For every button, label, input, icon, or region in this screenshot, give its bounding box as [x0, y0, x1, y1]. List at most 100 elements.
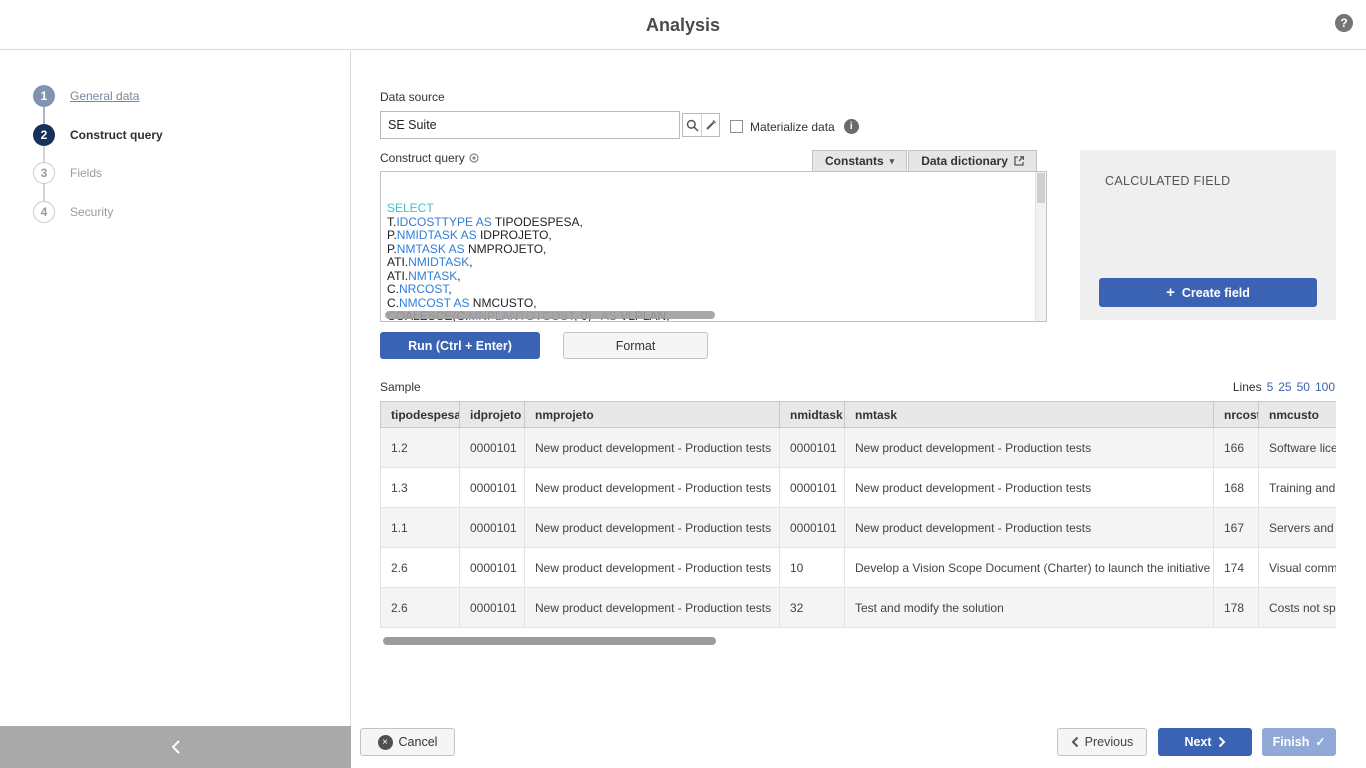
code-line: C.NRCOST,	[387, 283, 1040, 297]
code-line: ATI.NMIDTASK,	[387, 256, 1040, 270]
table-cell: 168	[1214, 468, 1259, 508]
cancel-button[interactable]: × Cancel	[360, 728, 455, 756]
column-header-nmcusto[interactable]: nmcusto	[1259, 402, 1337, 428]
lines-option-25[interactable]: 25	[1278, 380, 1291, 394]
table-cell: Develop a Vision Scope Document (Charter…	[845, 548, 1214, 588]
code-line: ATI.NMTASK,	[387, 270, 1040, 284]
sample-table-wrap: tipodespesaidprojetonmprojetonmidtasknmt…	[380, 401, 1336, 629]
construct-query-label-row: Construct query	[380, 151, 479, 165]
code-line: C.NMCOST AS NMCUSTO,	[387, 297, 1040, 311]
step-number-badge: 4	[33, 201, 55, 223]
materialize-data-row: Materialize data i	[730, 119, 859, 134]
run-button[interactable]: Run (Ctrl + Enter)	[380, 332, 540, 359]
table-cell: 0000101	[460, 508, 525, 548]
table-cell: New product development - Production tes…	[525, 548, 780, 588]
sample-table: tipodespesaidprojetonmprojetonmidtasknmt…	[380, 401, 1336, 628]
plus-icon: +	[1166, 285, 1175, 300]
step-number-badge: 1	[33, 85, 55, 107]
column-header-nmprojeto[interactable]: nmprojeto	[525, 402, 780, 428]
table-cell: 0000101	[460, 548, 525, 588]
info-icon[interactable]: i	[844, 119, 859, 134]
editor-vertical-scrollbar[interactable]	[1035, 172, 1046, 321]
table-cell: New product development - Production tes…	[525, 508, 780, 548]
next-label: Next	[1184, 735, 1211, 749]
wizard-step-fields: 3 Fields	[33, 162, 102, 184]
step-label-fields: Fields	[70, 166, 102, 180]
data-source-input[interactable]	[380, 111, 680, 139]
table-cell: New product development - Production tes…	[845, 468, 1214, 508]
format-button[interactable]: Format	[563, 332, 708, 359]
editor-horizontal-scrollbar[interactable]	[385, 311, 715, 319]
cancel-x-icon: ×	[378, 735, 393, 750]
chevron-left-icon	[170, 739, 181, 755]
table-row: 1.30000101New product development - Prod…	[381, 468, 1337, 508]
clear-icon[interactable]	[701, 114, 719, 136]
table-cell: 2.6	[381, 548, 460, 588]
data-dictionary-button[interactable]: Data dictionary	[908, 150, 1037, 172]
create-field-button[interactable]: + Create field	[1099, 278, 1317, 307]
lines-option-5[interactable]: 5	[1267, 380, 1274, 394]
check-icon: ✓	[1315, 735, 1325, 749]
column-header-nrcost[interactable]: nrcost	[1214, 402, 1259, 428]
data-source-label: Data source	[380, 90, 445, 104]
table-row: 1.20000101New product development - Prod…	[381, 428, 1337, 468]
wizard-step-general-data[interactable]: 1 General data	[33, 85, 139, 107]
table-cell: New product development - Production tes…	[525, 428, 780, 468]
table-cell: 0000101	[460, 588, 525, 628]
table-cell: Training and s	[1259, 468, 1337, 508]
table-cell: 0000101	[780, 508, 845, 548]
editor-vertical-scrollbar-thumb[interactable]	[1037, 173, 1045, 203]
table-header-row: tipodespesaidprojetonmprojetonmidtasknmt…	[381, 402, 1337, 428]
sidebar-collapse-button[interactable]	[0, 726, 351, 768]
code-line: SELECT	[387, 202, 1040, 216]
table-cell: 32	[780, 588, 845, 628]
column-header-tipodespesa[interactable]: tipodespesa	[381, 402, 460, 428]
calculated-field-panel: CALCULATED FIELD + Create field	[1080, 150, 1336, 320]
step-label-security: Security	[70, 205, 113, 219]
column-header-nmidtask[interactable]: nmidtask	[780, 402, 845, 428]
constants-button[interactable]: Constants ▾	[812, 150, 907, 172]
data-source-icon-group	[682, 113, 720, 137]
construct-query-label: Construct query	[380, 151, 465, 165]
finish-button[interactable]: Finish ✓	[1262, 728, 1336, 756]
query-editor[interactable]: SELECTT.IDCOSTTYPE AS TIPODESPESA,P.NMID…	[380, 171, 1047, 322]
table-cell: 0000101	[780, 468, 845, 508]
editor-toolbar: Constants ▾ Data dictionary	[812, 150, 1037, 172]
query-hint-icon	[469, 153, 479, 163]
table-cell: New product development - Production tes…	[845, 508, 1214, 548]
run-button-label: Run (Ctrl + Enter)	[408, 339, 512, 353]
next-button[interactable]: Next	[1158, 728, 1252, 756]
calculated-field-title: CALCULATED FIELD	[1080, 150, 1336, 188]
table-cell: 0000101	[460, 468, 525, 508]
table-cell: 10	[780, 548, 845, 588]
query-code: SELECTT.IDCOSTTYPE AS TIPODESPESA,P.NMID…	[387, 202, 1040, 322]
table-row: 1.10000101New product development - Prod…	[381, 508, 1337, 548]
search-icon[interactable]	[683, 114, 701, 136]
table-row: 2.60000101New product development - Prod…	[381, 548, 1337, 588]
finish-label: Finish	[1273, 735, 1310, 749]
table-cell: 0000101	[460, 428, 525, 468]
previous-button[interactable]: Previous	[1057, 728, 1147, 756]
help-icon[interactable]: ?	[1335, 14, 1353, 32]
wizard-sidebar: 1 General data 2 Construct query 3 Field…	[0, 51, 351, 768]
wizard-step-construct-query[interactable]: 2 Construct query	[33, 124, 163, 146]
table-cell: Visual commu	[1259, 548, 1337, 588]
lines-label: Lines	[1233, 380, 1262, 394]
page-title: Analysis	[0, 15, 1366, 36]
create-field-label: Create field	[1182, 286, 1250, 300]
lines-option-100[interactable]: 100	[1315, 380, 1335, 394]
table-cell: 167	[1214, 508, 1259, 548]
lines-option-50[interactable]: 50	[1297, 380, 1310, 394]
materialize-data-checkbox[interactable]	[730, 120, 743, 133]
step-label-general-data[interactable]: General data	[70, 89, 139, 103]
cancel-label: Cancel	[399, 735, 438, 749]
column-header-idprojeto[interactable]: idprojeto	[460, 402, 525, 428]
table-row: 2.60000101New product development - Prod…	[381, 588, 1337, 628]
top-bar: Analysis ?	[0, 0, 1366, 50]
chevron-right-icon	[1218, 736, 1226, 748]
constants-label: Constants	[825, 154, 884, 168]
table-cell: 1.3	[381, 468, 460, 508]
table-horizontal-scrollbar[interactable]	[383, 637, 716, 645]
column-header-nmtask[interactable]: nmtask	[845, 402, 1214, 428]
chevron-down-icon: ▾	[890, 156, 895, 167]
